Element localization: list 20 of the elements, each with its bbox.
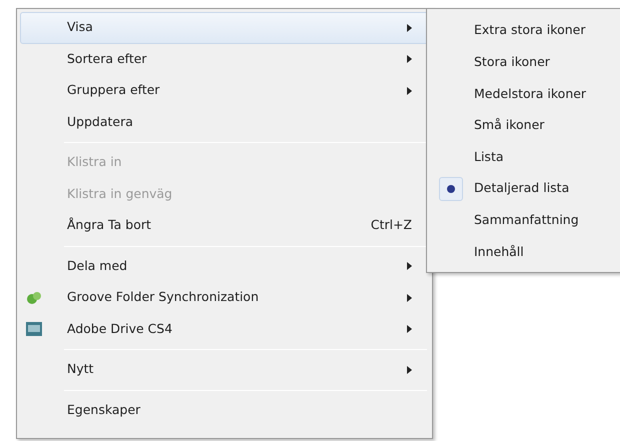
menu-item[interactable]: Sammanfattning (430, 204, 620, 236)
shortcut-text: Ctrl+Z (370, 216, 412, 234)
drive-icon (25, 320, 43, 338)
menu-item[interactable]: Ångra Ta bort Ctrl+Z (20, 210, 429, 242)
menu-item[interactable]: Små ikoner (430, 110, 620, 142)
menu-item[interactable]: Detaljerad lista (430, 172, 620, 205)
menu-item[interactable]: Gruppera efter (20, 75, 429, 106)
menu-item[interactable]: Visa (20, 12, 429, 44)
menu-item[interactable]: Uppdatera (20, 106, 429, 138)
menu-item[interactable]: Medelstora ikoner (430, 78, 620, 110)
menu-item[interactable]: Dela med (20, 250, 429, 282)
menu-item[interactable]: Extra stora ikoner (430, 15, 620, 47)
menu-item[interactable]: Groove Folder Synchronization (20, 282, 429, 314)
menu-item[interactable]: Sortera efter (20, 44, 429, 75)
menu-item[interactable]: Innehåll (430, 236, 620, 268)
menu-item[interactable]: Nytt (20, 354, 429, 386)
menu-item[interactable]: Egenskaper (20, 394, 429, 426)
menu-item[interactable]: Lista (430, 141, 620, 173)
menu-item[interactable]: Adobe Drive CS4 (20, 314, 429, 345)
menu-item[interactable]: Stora ikoner (430, 46, 620, 78)
